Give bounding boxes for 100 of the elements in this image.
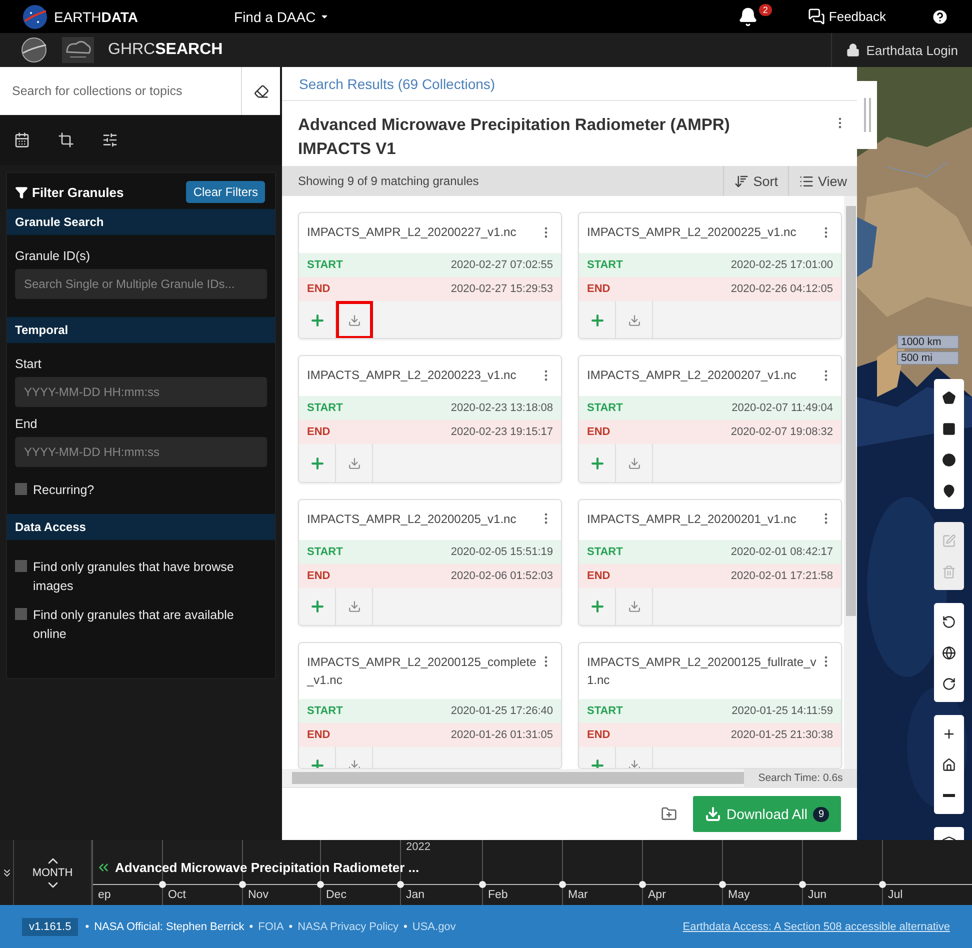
download-icon xyxy=(628,314,640,326)
clear-search-button[interactable] xyxy=(242,67,280,115)
rotate-right-icon xyxy=(942,676,956,690)
start-label: START xyxy=(307,704,343,717)
calendar-icon xyxy=(14,132,30,148)
notifications-button[interactable] xyxy=(736,6,759,28)
scrollbar[interactable] xyxy=(844,196,857,769)
granule-name: IMPACTS_AMPR_L2_20200125_complete_v1.nc xyxy=(307,654,538,689)
add-button[interactable] xyxy=(579,301,616,338)
add-button[interactable] xyxy=(579,444,616,482)
version-badge: v1.161.5 xyxy=(22,918,78,936)
sort-icon xyxy=(734,174,750,188)
download-icon xyxy=(704,806,720,822)
month-label: May xyxy=(728,889,750,901)
add-button[interactable] xyxy=(299,588,336,625)
timeline-dot xyxy=(559,881,566,888)
input-field[interactable]: YYYY-MM-DD HH:mm:ss xyxy=(15,437,267,467)
download-icon xyxy=(348,456,360,470)
count-badge: 9 xyxy=(813,806,829,822)
feedback-button[interactable]: Feedback xyxy=(808,8,886,25)
end-label: END xyxy=(307,728,330,741)
plus-icon xyxy=(308,598,326,615)
clear-filters-button[interactable]: Clear Filters xyxy=(186,181,265,203)
end-label: END xyxy=(587,426,610,438)
notification-badge: 2 xyxy=(758,4,772,16)
scale-label: 500 mi xyxy=(897,351,959,365)
rotate-left-icon xyxy=(942,614,956,628)
start-label: START xyxy=(587,402,623,414)
end-label: END xyxy=(587,283,610,295)
timeline-title: Advanced Microwave Precipitation Radiometer ... xyxy=(115,860,420,875)
zoom-out-icon xyxy=(943,794,955,797)
scrollbar[interactable] xyxy=(292,772,744,784)
plus-icon xyxy=(308,454,326,472)
section-header: Granule Search xyxy=(7,209,275,235)
breadcrumb-link[interactable]: Search Results (69 Collections) xyxy=(282,67,857,101)
download-button[interactable] xyxy=(336,301,373,338)
input-field[interactable]: YYYY-MM-DD HH:mm:ss xyxy=(15,377,267,407)
globe-icon xyxy=(942,646,956,660)
end-time: 2020-01-26 01:31:05 xyxy=(450,728,553,741)
brand-name: EARTHDATA xyxy=(54,8,138,24)
panel-handle[interactable] xyxy=(857,81,877,149)
checkbox-label: Recurring? xyxy=(33,482,94,499)
checkbox[interactable] xyxy=(15,608,27,620)
start-label: START xyxy=(587,704,623,717)
scale-label: 1000 km xyxy=(897,335,959,349)
timeline-dot xyxy=(639,881,646,888)
timeline-dot xyxy=(239,881,246,888)
folder-plus-icon xyxy=(660,806,676,822)
section-header: Temporal xyxy=(7,317,275,343)
download-all-button[interactable]: Download All 9 xyxy=(692,796,841,832)
filter-icon xyxy=(15,186,28,198)
checkbox-label: Find only granules that have browse images xyxy=(33,559,235,595)
start-time: 2020-02-05 15:51:19 xyxy=(450,546,553,558)
sort-button[interactable]: Sort xyxy=(723,166,788,196)
timeline-dot xyxy=(159,881,166,888)
square-icon xyxy=(942,422,956,436)
collection-title: Advanced Microwave Precipitation Radiometer (AMPR) IMPACTS V1 xyxy=(298,115,731,156)
search-field[interactable]: Search for collections or topics xyxy=(0,67,242,115)
granule-name: IMPACTS_AMPR_L2_20200207_v1.nc xyxy=(587,367,798,384)
month-label: Mar xyxy=(568,889,588,901)
granule-name: IMPACTS_AMPR_L2_20200205_v1.nc xyxy=(307,510,518,528)
end-time: 2020-02-06 01:52:03 xyxy=(450,570,553,582)
granule-count: Showing 9 of 9 matching granules xyxy=(297,174,480,188)
field-label: Start xyxy=(15,357,42,371)
eraser-icon xyxy=(254,84,268,98)
app-title: GHRCSEARCH xyxy=(108,41,223,59)
start-time: 2020-02-07 11:49:04 xyxy=(732,402,833,414)
end-time: 2020-02-07 19:08:32 xyxy=(730,426,833,438)
chat-icon xyxy=(808,8,825,25)
find-daac-menu[interactable]: Find a DAAC xyxy=(234,8,329,24)
home-icon xyxy=(942,758,956,772)
nasa-logo xyxy=(22,4,48,30)
add-button[interactable] xyxy=(299,444,336,482)
end-time: 2020-01-25 21:30:38 xyxy=(730,728,833,741)
end-label: END xyxy=(307,426,330,438)
checkbox[interactable] xyxy=(15,560,27,572)
checkbox[interactable] xyxy=(15,483,27,495)
start-label: START xyxy=(307,546,343,558)
plus-icon xyxy=(308,312,326,328)
bell-icon xyxy=(738,6,758,26)
start-time: 2020-02-23 13:18:08 xyxy=(450,402,553,414)
input-field[interactable]: Search Single or Multiple Granule IDs... xyxy=(15,269,267,299)
add-button[interactable] xyxy=(579,588,616,625)
circle-icon xyxy=(942,452,956,466)
month-label: Oct xyxy=(168,889,186,901)
polygon-icon xyxy=(942,390,956,404)
end-time: 2020-02-01 17:21:58 xyxy=(730,570,833,582)
end-time: 2020-02-23 19:15:17 xyxy=(450,426,553,438)
end-label: END xyxy=(307,570,330,582)
year-label: 2022 xyxy=(406,841,430,853)
timeline-dot xyxy=(799,881,806,888)
start-time: 2020-01-25 14:11:59 xyxy=(732,704,833,717)
lock-icon xyxy=(846,43,860,57)
add-button[interactable] xyxy=(299,301,336,338)
field-label: End xyxy=(15,417,38,431)
start-time: 2020-02-27 07:02:55 xyxy=(450,259,553,271)
separator: • xyxy=(288,920,293,932)
filter-title: Filter Granules xyxy=(15,184,124,200)
ghrc-logo xyxy=(62,37,94,63)
download-icon xyxy=(628,600,640,613)
